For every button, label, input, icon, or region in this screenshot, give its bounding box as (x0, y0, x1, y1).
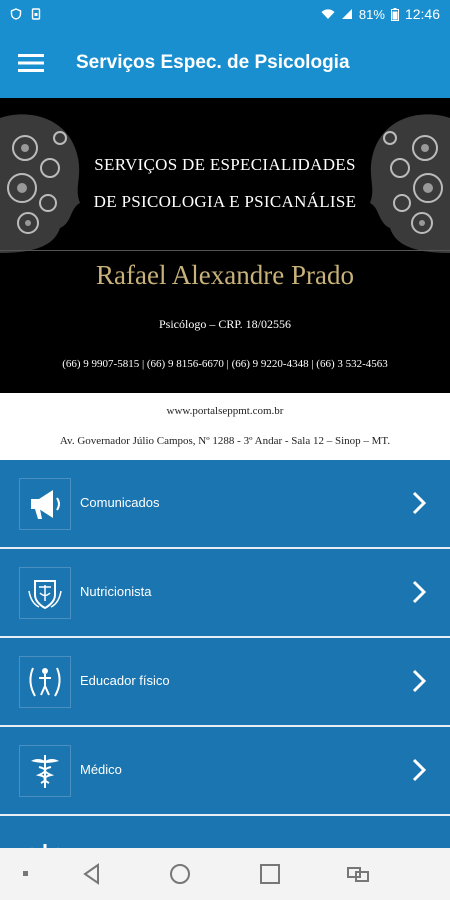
app-title: Serviços Espec. de Psicologia (76, 52, 350, 73)
clock: 12:46 (404, 6, 440, 22)
wifi-icon (321, 9, 335, 19)
status-bar: 81% 12:46 (0, 0, 450, 28)
list-item-medico[interactable]: Médico (0, 727, 450, 816)
fitness-emblem-icon (29, 667, 61, 697)
menu-button[interactable] (0, 28, 62, 98)
chevron-right-icon (412, 758, 427, 782)
chevron-right-icon (412, 669, 427, 693)
street-address: Av. Governador Júlio Campos, Nº 1288 - 3… (59, 435, 391, 447)
list-item-psicologia[interactable] (0, 816, 450, 848)
list-item-label: Médico (80, 762, 122, 777)
chevron-right-icon (412, 580, 427, 604)
battery-percent: 81% (358, 6, 385, 22)
chevron-right-icon (412, 491, 427, 515)
thumbnail (19, 478, 71, 530)
thumbnail (19, 656, 71, 708)
back-icon[interactable] (80, 862, 104, 886)
list-item-comunicados[interactable]: Comunicados (0, 460, 450, 549)
thumbnail (19, 834, 71, 848)
megaphone-icon (31, 490, 60, 519)
nutrition-emblem-icon (28, 580, 62, 610)
sim-card-icon (31, 8, 41, 20)
address-block: www.portalseppmt.com.br Av. Governador J… (0, 393, 450, 460)
banner-heading-line1: SERVIÇOS DE ESPECIALIDADES (94, 155, 356, 174)
professional-name: Rafael Alexandre Prado (96, 260, 354, 290)
psi-icon (30, 844, 59, 848)
list-item-nutricionista[interactable]: Nutricionista (0, 549, 450, 638)
banner-divider (0, 250, 450, 251)
list-item-label: Educador físico (80, 673, 170, 688)
thumbnail (19, 745, 71, 797)
list-item-label: Nutricionista (80, 584, 152, 599)
recent-apps-icon[interactable] (258, 862, 282, 886)
menu-list: Comunicados Nutricionista Educador físic… (0, 460, 450, 848)
list-item-educador-fisico[interactable]: Educador físico (0, 638, 450, 727)
signal-icon (341, 9, 352, 19)
dot-icon (23, 871, 28, 876)
list-item-label: Comunicados (80, 495, 160, 510)
app-bar: Serviços Espec. de Psicologia (0, 28, 450, 98)
banner-heading-line2: DE PSICOLOGIA E PSICANÁLISE (93, 192, 357, 211)
banner-heading: SERVIÇOS DE ESPECIALIDADES DE PSICOLOGIA… (60, 152, 390, 214)
battery-icon (390, 7, 399, 21)
home-icon[interactable] (168, 862, 192, 886)
thumbnail (19, 567, 71, 619)
website-text: www.portalseppmt.com.br (166, 405, 284, 417)
system-nav-bar (0, 848, 450, 900)
dual-window-icon[interactable] (346, 862, 370, 886)
phone-numbers: (66) 9 9907-5815 | (66) 9 8156-6670 | (6… (62, 358, 388, 370)
header-banner: SERVIÇOS DE ESPECIALIDADES DE PSICOLOGIA… (0, 98, 450, 393)
professional-credential: Psicólogo – CRP. 18/02556 (158, 317, 292, 331)
hamburger-menu-icon (18, 54, 44, 72)
shield-icon (10, 8, 22, 20)
caduceus-icon (31, 755, 59, 788)
